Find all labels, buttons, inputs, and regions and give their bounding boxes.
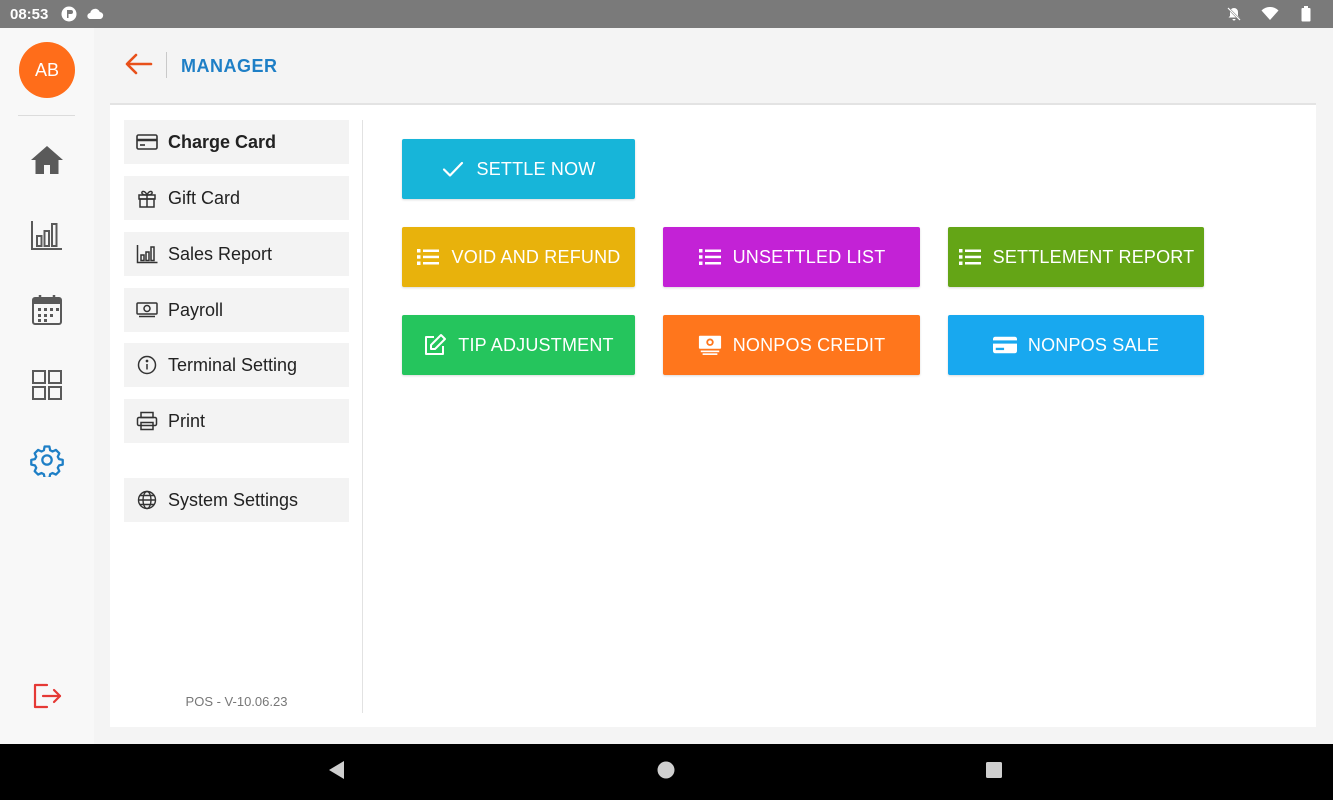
menu-item-gift-card[interactable]: Gift Card [124, 176, 349, 220]
nonpos-sale-button[interactable]: NONPOS SALE [948, 315, 1204, 375]
nav-recents-button[interactable] [983, 761, 1005, 783]
menu-item-label: Gift Card [168, 187, 241, 208]
void-and-refund-button[interactable]: VOID AND REFUND [402, 227, 635, 287]
list-icon [958, 245, 982, 269]
menu-item-system-settings[interactable]: System Settings [124, 478, 349, 522]
menu-item-label: Terminal Setting [168, 354, 298, 375]
circle-home-icon [656, 760, 676, 785]
nonpos-sale-label: NONPOS SALE [1027, 334, 1160, 355]
tip-adjustment-button[interactable]: TIP ADJUSTMENT [402, 315, 635, 375]
back-button[interactable] [124, 52, 154, 80]
credit-card-icon [136, 131, 158, 153]
globe-icon [136, 489, 158, 511]
column-separator [362, 120, 363, 713]
version-label: POS - V-10.06.23 [185, 694, 288, 709]
settle-now-button[interactable]: SETTLE NOW [402, 139, 635, 199]
void-and-refund-label: VOID AND REFUND [451, 246, 621, 267]
page-title: MANAGER [181, 56, 278, 76]
printer-icon [136, 410, 158, 432]
bar-chart-icon [136, 243, 158, 265]
menu-item-label: Payroll [168, 299, 224, 320]
edit-icon [423, 333, 447, 357]
app-notification-icon [60, 5, 78, 23]
unsettled-list-button[interactable]: UNSETTLED LIST [663, 227, 920, 287]
gear-icon [30, 443, 64, 482]
cloud-icon [86, 5, 104, 23]
rail-apps-button[interactable] [27, 367, 67, 407]
menu-item-charge-card[interactable]: Charge Card [124, 120, 349, 164]
menu-item-label: Print [168, 410, 206, 431]
settlement-report-label: SETTLEMENT REPORT [992, 246, 1195, 267]
settle-now-label: SETTLE NOW [476, 158, 596, 179]
menu-item-label: Charge Card [168, 131, 277, 152]
menu-item-payroll[interactable]: Payroll [124, 288, 349, 332]
notifications-off-icon [1225, 5, 1243, 23]
rail-divider [18, 115, 75, 116]
grid-icon [31, 369, 63, 406]
credit-card-icon [992, 333, 1017, 357]
user-initials: AB [34, 59, 59, 80]
wifi-icon [1261, 5, 1279, 23]
menu-item-label: Sales Report [168, 243, 273, 264]
nav-home-button[interactable] [655, 761, 677, 783]
info-icon [136, 354, 158, 376]
rail-settings-button[interactable] [27, 442, 67, 482]
square-recents-icon [985, 761, 1003, 784]
arrow-left-icon [125, 53, 153, 80]
logout-icon [31, 682, 63, 715]
triangle-back-icon [327, 760, 345, 785]
tip-adjustment-label: TIP ADJUSTMENT [458, 334, 614, 355]
menu-item-print[interactable]: Print [124, 399, 349, 443]
status-time: 08:53 [10, 5, 49, 23]
header-separator [166, 52, 167, 78]
navigation-rail: AB [0, 28, 94, 744]
list-icon [698, 245, 722, 269]
rail-logout-button[interactable] [27, 678, 67, 718]
calendar-icon [31, 294, 63, 331]
money-icon [136, 299, 158, 321]
user-avatar[interactable]: AB [19, 42, 75, 98]
gift-icon [136, 187, 158, 209]
home-icon [30, 144, 64, 181]
rail-calendar-button[interactable] [27, 292, 67, 332]
status-bar: 08:53 [0, 0, 1333, 28]
check-icon [441, 157, 465, 181]
menu-item-sales-report[interactable]: Sales Report [124, 232, 349, 276]
menu-item-terminal-setting[interactable]: Terminal Setting [124, 343, 349, 387]
battery-icon [1297, 5, 1315, 23]
page-header: MANAGER [110, 28, 1316, 104]
bar-chart-icon [30, 219, 64, 256]
nonpos-credit-label: NONPOS CREDIT [732, 334, 886, 355]
system-navigation-bar [0, 744, 1333, 800]
nonpos-credit-button[interactable]: NONPOS CREDIT [663, 315, 920, 375]
list-icon [416, 245, 440, 269]
nav-back-button[interactable] [325, 760, 347, 785]
money-icon [698, 333, 722, 357]
rail-home-button[interactable] [27, 142, 67, 182]
menu-item-label: System Settings [168, 489, 299, 510]
manager-panel: Charge Card Gift Card Sales Report Payro… [110, 105, 1316, 727]
unsettled-list-label: UNSETTLED LIST [732, 246, 886, 267]
settlement-report-button[interactable]: SETTLEMENT REPORT [948, 227, 1204, 287]
rail-reports-button[interactable] [27, 217, 67, 257]
